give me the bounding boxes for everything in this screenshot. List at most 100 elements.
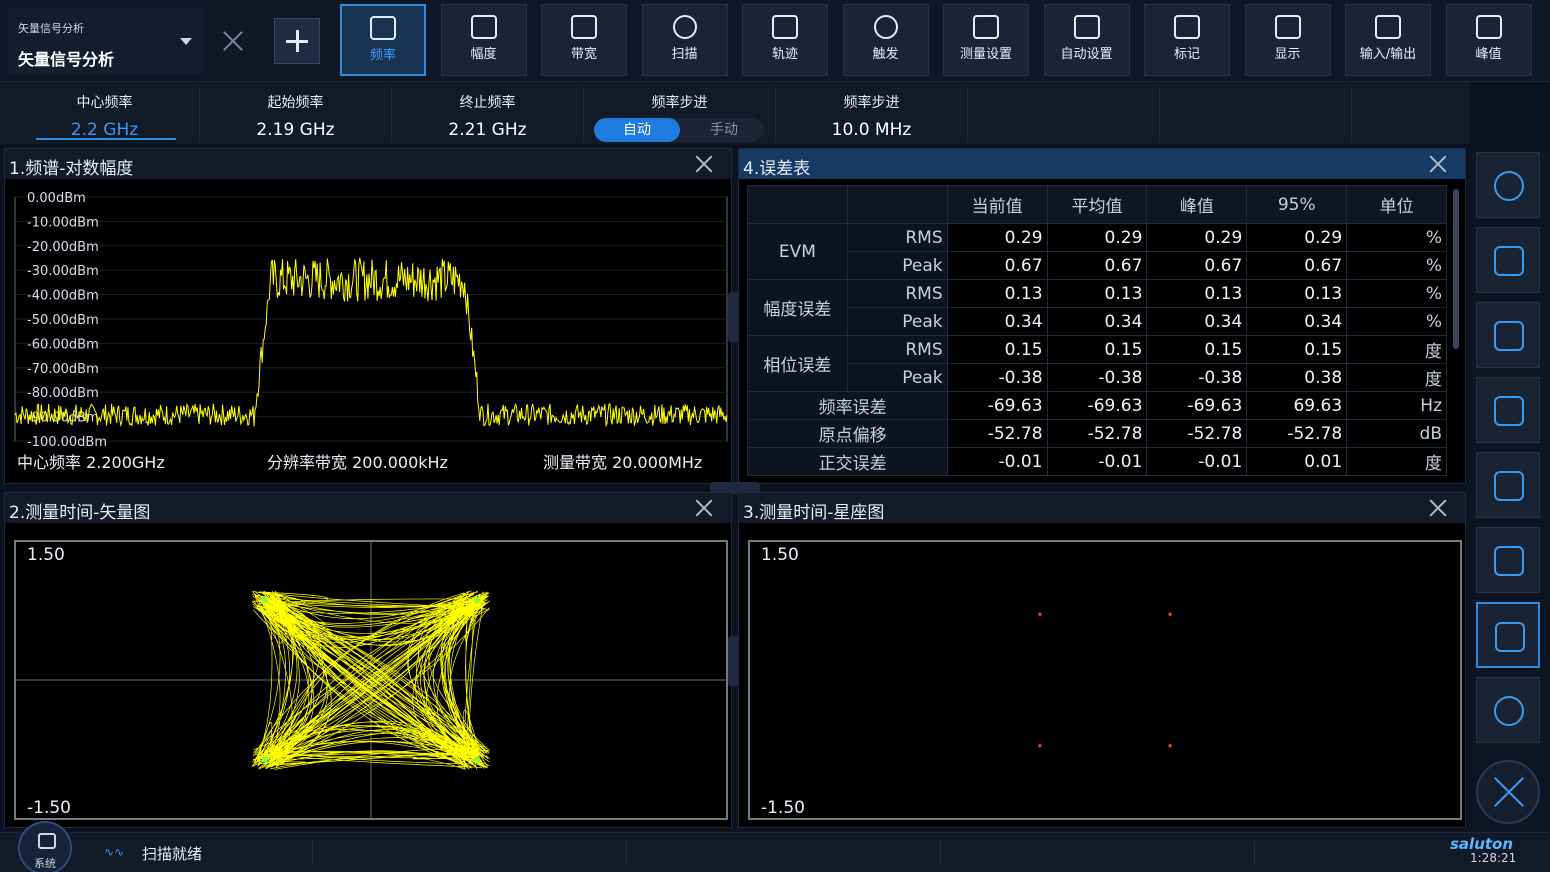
close-icon[interactable]: [695, 499, 713, 517]
center-frequency-field[interactable]: 中心频率 2.2 GHz: [10, 86, 200, 142]
input-output-icon: [1375, 15, 1401, 39]
toolbar-button-input-output[interactable]: 输入/输出: [1345, 4, 1431, 76]
value-cell: 0.67: [1046, 251, 1148, 280]
start-frequency-field[interactable]: 起始频率 2.19 GHz: [200, 86, 392, 142]
constellation-plot[interactable]: 1.50 -1.50: [739, 527, 1467, 827]
table-row: 相位误差 RMS 0.15 0.15 0.15 0.15 度: [747, 335, 1447, 392]
toolbar-button-amplitude[interactable]: 幅度: [440, 4, 527, 76]
toolbar-button-sweep[interactable]: 扫描: [641, 4, 728, 76]
toolbar-button-display-eye[interactable]: 显示: [1244, 4, 1331, 76]
frequency-step-mode-field: 频率步进 自动 手动: [584, 86, 776, 142]
constellation-ymin-label: -1.50: [761, 798, 805, 818]
toolbar-button-label: 测量设置: [959, 47, 1012, 62]
toolbar-button-measure-setup[interactable]: 测量设置: [943, 4, 1029, 76]
save-icon: [1494, 321, 1524, 351]
value-cell: -69.63: [946, 391, 1048, 420]
toolbar-button-bandwidth[interactable]: 带宽: [541, 4, 627, 76]
sidebar-button-help[interactable]: [1476, 677, 1540, 743]
step-mode-manual[interactable]: 手动: [684, 118, 764, 142]
error-table-scrollbar[interactable]: [1453, 189, 1459, 349]
sidebar-button-screen-window[interactable]: [1476, 452, 1540, 518]
value-cell: 0.34: [1146, 307, 1248, 336]
quick-menu-icon[interactable]: [1476, 760, 1540, 824]
constellation-point: [1038, 744, 1042, 748]
start-frequency-label: 起始频率: [267, 95, 324, 111]
toolbar-button-auto-setup[interactable]: 自动设置: [1043, 4, 1130, 76]
toolbar-button-label: 幅度: [470, 47, 497, 62]
value-cell: -0.01: [946, 447, 1048, 476]
value-cell: 0.67: [1246, 251, 1348, 280]
vector-plot[interactable]: 1.50 -1.50: [5, 527, 733, 827]
toolbar-button-label: 峰值: [1475, 47, 1502, 62]
value-cell: 0.15: [1146, 335, 1248, 364]
unit-cell: %: [1346, 307, 1447, 336]
sidebar-button-screenshot-camera[interactable]: [1476, 602, 1540, 668]
system-label: 系统: [34, 857, 56, 870]
constellation-plot-frame: [748, 540, 1462, 820]
toolbar-button-trigger[interactable]: 触发: [842, 4, 929, 76]
header-cell: 平均值: [1046, 185, 1148, 224]
system-button[interactable]: 系统: [18, 821, 72, 872]
close-mode-icon[interactable]: [218, 26, 248, 56]
spectrum-plot[interactable]: 0.00dBm -10.00dBm -20.00dBm -30.00dBm -40.00…: [5, 183, 733, 483]
toolbar-button-peak[interactable]: 峰值: [1445, 4, 1532, 76]
step-mode-toggle[interactable]: 自动 手动: [594, 118, 764, 142]
constellation-panel: 3.测量时间-星座图 1.50 -1.50: [738, 492, 1466, 828]
forward-icon: [1494, 171, 1524, 201]
header-cell: 单位: [1346, 185, 1447, 224]
constellation-point: [1168, 744, 1172, 748]
spectrum-ytick-label: -80.00dBm: [27, 386, 99, 401]
value-cell: 0.67: [1146, 251, 1248, 280]
sidebar-button-refresh[interactable]: [1476, 227, 1540, 293]
sweep-icon: [672, 15, 697, 39]
chevron-down-icon[interactable]: [180, 38, 192, 45]
frequency-icon: [370, 16, 396, 40]
vector-symbol-point: [473, 756, 480, 763]
spectrum-panel: 1.频谱-对数幅度 0.00dBm -10.00dBm -20.00dBm -30.0…: [4, 148, 732, 484]
row-sub-label: RMS: [846, 279, 948, 308]
sidebar-button-scpi-chat[interactable]: [1476, 527, 1540, 593]
spectrum-title: 1.频谱-对数幅度: [9, 159, 134, 179]
sidebar-button-open-folder[interactable]: [1476, 377, 1540, 443]
frequency-param-bar: 中心频率 2.2 GHz 起始频率 2.19 GHz 终止频率 2.21 GHz…: [0, 82, 1470, 144]
spectrum-ytick-label: -60.00dBm: [27, 337, 99, 352]
toolbar-button-frequency[interactable]: 频率: [340, 4, 426, 76]
row-label: 原点偏移: [747, 419, 948, 448]
row-sub-label: Peak: [846, 363, 948, 392]
stop-frequency-field[interactable]: 终止频率 2.21 GHz: [392, 86, 584, 142]
spectrum-ytick-label: -20.00dBm: [27, 240, 99, 255]
value-cell: 0.34: [1246, 307, 1348, 336]
close-icon[interactable]: [1429, 155, 1447, 173]
sidebar-button-forward[interactable]: [1476, 152, 1540, 218]
step-mode-auto[interactable]: 自动: [594, 118, 680, 142]
value-cell: -52.78: [1046, 419, 1148, 448]
unit-cell: %: [1346, 279, 1447, 308]
row-label: 正交误差: [747, 447, 948, 476]
status-divider: [940, 841, 941, 865]
bandwidth-icon: [571, 15, 597, 39]
close-icon[interactable]: [1429, 499, 1447, 517]
sidebar-button-save[interactable]: [1476, 302, 1540, 368]
value-cell: 0.15: [1046, 335, 1148, 364]
header-cell: 95%: [1246, 185, 1348, 224]
close-icon[interactable]: [695, 155, 713, 173]
mode-selector[interactable]: 矢量信号分析 矢量信号分析: [8, 8, 204, 74]
value-cell: 0.29: [1246, 223, 1348, 252]
toolbar-button-marker-flag[interactable]: 标记: [1144, 4, 1230, 76]
value-cell: 0.13: [1046, 279, 1148, 308]
table-row: 正交误差 -0.01 -0.01 -0.01 0.01 度: [747, 447, 1447, 476]
frequency-step-field[interactable]: 频率步进 10.0 MHz: [776, 86, 968, 142]
toolbar-button-label: 扫描: [671, 47, 698, 62]
frequency-step-mode-label: 频率步进: [651, 95, 708, 111]
value-cell: -52.78: [946, 419, 1048, 448]
scpi-chat-icon: [1494, 546, 1524, 576]
spectrum-rbw-info: 分辨率带宽 200.000kHz: [267, 453, 448, 472]
value-cell: 0.01: [1246, 447, 1348, 476]
value-cell: -0.01: [1146, 447, 1248, 476]
vector-ymax-label: 1.50: [27, 545, 65, 565]
vector-title: 2.测量时间-矢量图: [9, 503, 151, 523]
toolbar-button-label: 标记: [1173, 47, 1200, 62]
add-mode-button[interactable]: [274, 18, 320, 64]
group-label: EVM: [747, 223, 848, 280]
toolbar-button-trace[interactable]: 轨迹: [742, 4, 828, 76]
